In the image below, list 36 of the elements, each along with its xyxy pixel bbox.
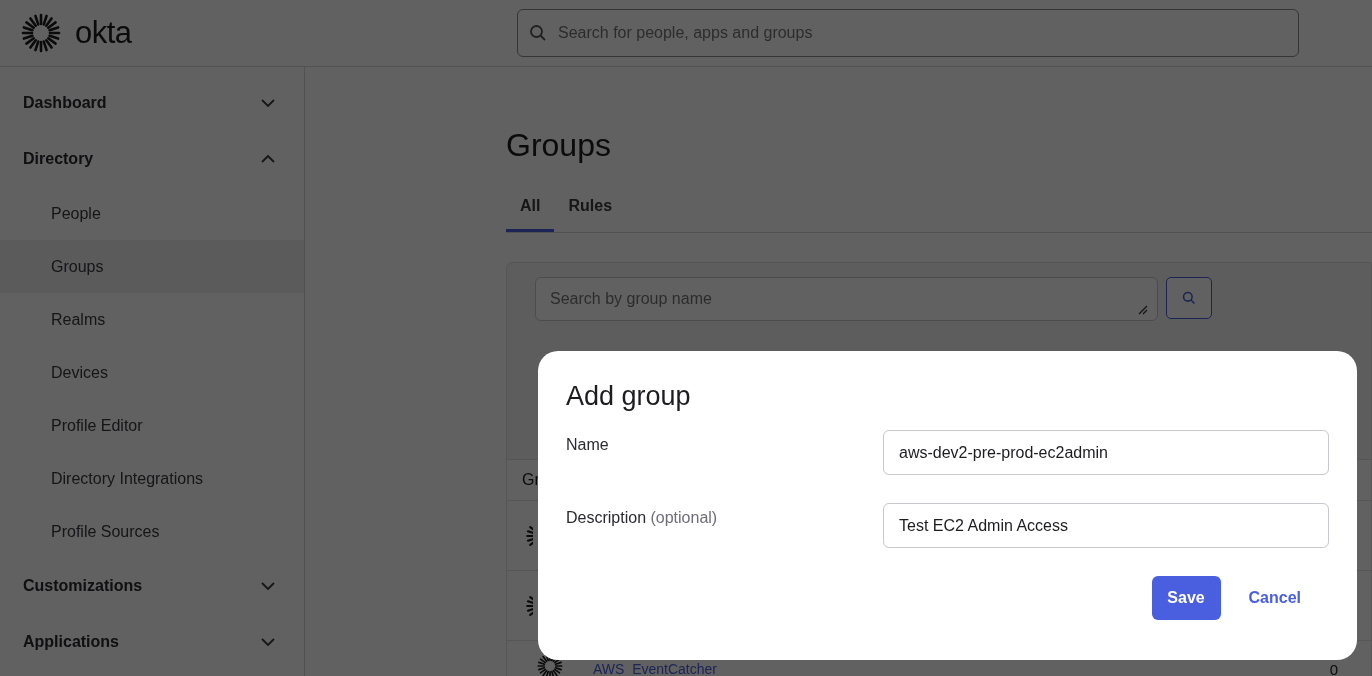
chevron-down-icon — [261, 582, 275, 590]
search-icon — [1182, 291, 1196, 305]
nav-section[interactable]: Dashboard — [0, 75, 304, 131]
chevron-up-icon — [261, 155, 275, 163]
nav-section[interactable]: Applications — [0, 614, 304, 670]
save-button[interactable]: Save — [1151, 576, 1221, 620]
sunburst-logo-icon — [21, 13, 61, 53]
chevron-down-icon — [261, 99, 275, 107]
nav-item[interactable]: People — [0, 187, 304, 240]
search-icon — [529, 24, 547, 42]
nav-item[interactable]: Groups — [0, 240, 304, 293]
nav-item[interactable]: Profile Editor — [0, 399, 304, 452]
input-field[interactable]: Test EC2 Admin Access — [883, 503, 1329, 548]
nav-item[interactable]: Devices — [0, 346, 304, 399]
input-field[interactable]: aws-dev2-pre-prod-ec2admin — [883, 430, 1329, 475]
nav-item[interactable]: Profile Sources — [0, 505, 304, 558]
nav-section[interactable]: Customizations — [0, 558, 304, 614]
logo-text: okta — [75, 15, 132, 51]
search-button[interactable] — [1166, 277, 1212, 319]
tab[interactable]: All — [506, 181, 555, 232]
nav-item[interactable]: Directory Integrations — [0, 452, 304, 505]
field-label: Description (optional) — [566, 508, 718, 527]
sunburst-icon — [537, 653, 563, 676]
partial-sunburst-icon — [525, 594, 533, 617]
nav-section[interactable]: Directory — [0, 131, 304, 187]
nav-item[interactable]: Realms — [0, 293, 304, 346]
partial-sunburst-icon — [525, 524, 533, 547]
tab[interactable]: Rules — [554, 181, 627, 232]
resize-handle-icon — [1138, 305, 1148, 315]
cancel-button[interactable]: Cancel — [1234, 576, 1315, 620]
chevron-down-icon — [261, 638, 275, 646]
column-header: Gr — [522, 471, 540, 489]
field-label: Name — [566, 435, 609, 454]
page-title: Groups — [506, 127, 612, 165]
dialog-title: Add group — [566, 381, 692, 412]
table-cell: 0 — [1329, 662, 1338, 676]
